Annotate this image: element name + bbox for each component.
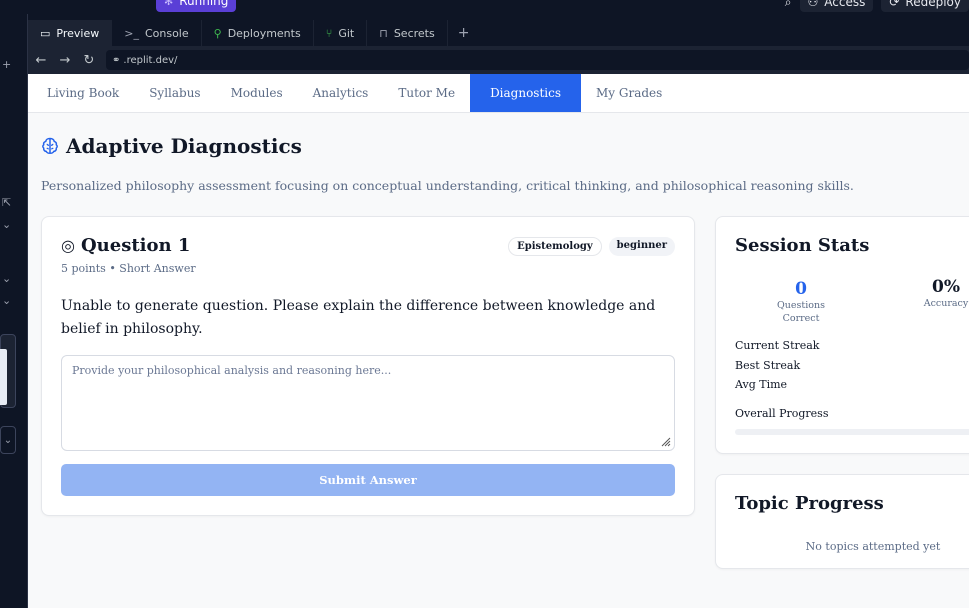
accuracy-value: 0% xyxy=(932,277,960,297)
questions-correct-value: 0 xyxy=(795,279,807,299)
terminal-icon: >_ xyxy=(124,26,139,40)
ide-top-bar: ✻ Running ⌕ ⚇ Access ⟳ Redeploy xyxy=(0,0,969,14)
plus-icon[interactable]: + xyxy=(2,58,11,71)
access-label: Access xyxy=(824,0,866,9)
chevron-down-icon[interactable]: ⌄ xyxy=(2,294,11,307)
tab-deployments[interactable]: ⚲ Deployments xyxy=(202,20,314,46)
session-stats-card: Session Stats 0 Questions Correct 0% Acc… xyxy=(715,216,969,454)
question-heading: Question 1 xyxy=(80,235,191,256)
git-icon: ⑂ xyxy=(325,26,333,40)
topic-progress-card: Topic Progress No topics attempted yet xyxy=(715,474,969,569)
sidebar-preview-card[interactable] xyxy=(0,334,16,408)
search-icon[interactable]: ⌕ xyxy=(785,0,792,10)
nav-syllabus[interactable]: Syllabus xyxy=(134,74,215,112)
questions-correct-label: Questions Correct xyxy=(777,300,825,324)
accuracy-stat: 0% Accuracy xyxy=(916,277,969,310)
run-status-button[interactable]: ✻ Running xyxy=(156,0,237,12)
run-status-label: Running xyxy=(179,0,229,8)
best-streak-label: Best Streak xyxy=(735,359,801,372)
monitor-icon: ▭ xyxy=(40,26,51,40)
new-tab-button[interactable]: + xyxy=(448,20,480,46)
back-arrow-icon[interactable]: ← xyxy=(30,53,52,68)
accuracy-label: Accuracy xyxy=(923,298,969,309)
lock-icon: ⊓ xyxy=(379,26,388,40)
app-nav: Living Book Syllabus Modules Analytics T… xyxy=(28,74,969,113)
tab-secrets[interactable]: ⊓ Secrets xyxy=(367,20,448,46)
run-icon: ✻ xyxy=(164,0,174,8)
questions-correct-stat: 0 Questions Correct xyxy=(766,279,836,325)
overall-progress-bar xyxy=(735,429,969,435)
redeploy-icon: ⟳ xyxy=(889,0,900,9)
url-bar: ← → ↻ ⚭ .replit.dev/ xyxy=(28,46,969,74)
brain-icon xyxy=(42,137,58,154)
submit-answer-button[interactable]: Submit Answer xyxy=(61,464,675,496)
topic-progress-heading: Topic Progress xyxy=(735,493,884,514)
difficulty-badge: beginner xyxy=(608,237,675,256)
user-add-icon: ⚇ xyxy=(807,0,819,9)
ide-left-sidebar: + ⇱ ⌄ ⌄ ⌄ ⌄ xyxy=(0,14,28,608)
tab-console[interactable]: >_ Console xyxy=(112,20,202,46)
target-icon: ◎ xyxy=(61,236,75,255)
nav-my-grades[interactable]: My Grades xyxy=(581,74,677,112)
page-title: Adaptive Diagnostics xyxy=(40,134,302,158)
nav-modules[interactable]: Modules xyxy=(216,74,298,112)
overall-progress-label: Overall Progress xyxy=(735,407,829,420)
deploy-icon: ⚲ xyxy=(213,26,222,40)
chevron-down-icon[interactable]: ⌄ xyxy=(2,272,11,285)
nav-diagnostics[interactable]: Diagnostics xyxy=(470,74,582,112)
chevron-down-icon[interactable]: ⌄ xyxy=(2,218,11,231)
question-text: Unable to generate question. Please expl… xyxy=(61,298,656,337)
url-text: .replit.dev/ xyxy=(123,54,178,66)
app-preview: Living Book Syllabus Modules Analytics T… xyxy=(28,74,969,608)
tab-label: Deployments xyxy=(227,26,301,40)
nav-tutor-me[interactable]: Tutor Me xyxy=(383,74,470,112)
current-streak-label: Current Streak xyxy=(735,339,820,352)
forward-arrow-icon[interactable]: → xyxy=(54,53,76,68)
access-button[interactable]: ⚇ Access xyxy=(799,0,874,12)
topics-empty-message: No topics attempted yet xyxy=(805,540,941,553)
tab-label: Git xyxy=(338,26,355,40)
url-input[interactable]: ⚭ .replit.dev/ xyxy=(106,50,969,70)
open-external-icon[interactable]: ⇱ xyxy=(2,196,11,209)
tab-label: Console xyxy=(144,26,189,40)
redeploy-button[interactable]: ⟳ Redeploy xyxy=(881,0,969,12)
tab-preview[interactable]: ▭ Preview xyxy=(28,20,113,46)
topic-badge: Epistemology xyxy=(508,237,602,256)
session-stats-heading: Session Stats xyxy=(735,235,870,256)
avg-time-label: Avg Time xyxy=(735,378,788,391)
page-heading: Adaptive Diagnostics xyxy=(66,134,302,158)
tab-git[interactable]: ⑂ Git xyxy=(314,20,368,46)
answer-input[interactable] xyxy=(61,355,675,451)
tab-label: Secrets xyxy=(393,26,435,40)
nav-living-book[interactable]: Living Book xyxy=(32,74,134,112)
redeploy-label: Redeploy xyxy=(905,0,961,9)
ide-tab-bar: ▭ Preview >_ Console ⚲ Deployments ⑂ Git… xyxy=(28,20,969,46)
sidebar-select[interactable]: ⌄ xyxy=(0,426,16,454)
resize-grip-icon[interactable] xyxy=(659,435,671,447)
page-subtitle: Personalized philosophy assessment focus… xyxy=(41,178,854,193)
link-icon: ⚭ xyxy=(112,54,121,66)
tab-label: Preview xyxy=(56,26,100,40)
question-card: ◎ Question 1 5 points • Short Answer Epi… xyxy=(41,216,695,516)
question-meta: 5 points • Short Answer xyxy=(61,262,196,275)
reload-icon[interactable]: ↻ xyxy=(78,53,100,68)
nav-analytics[interactable]: Analytics xyxy=(298,74,384,112)
